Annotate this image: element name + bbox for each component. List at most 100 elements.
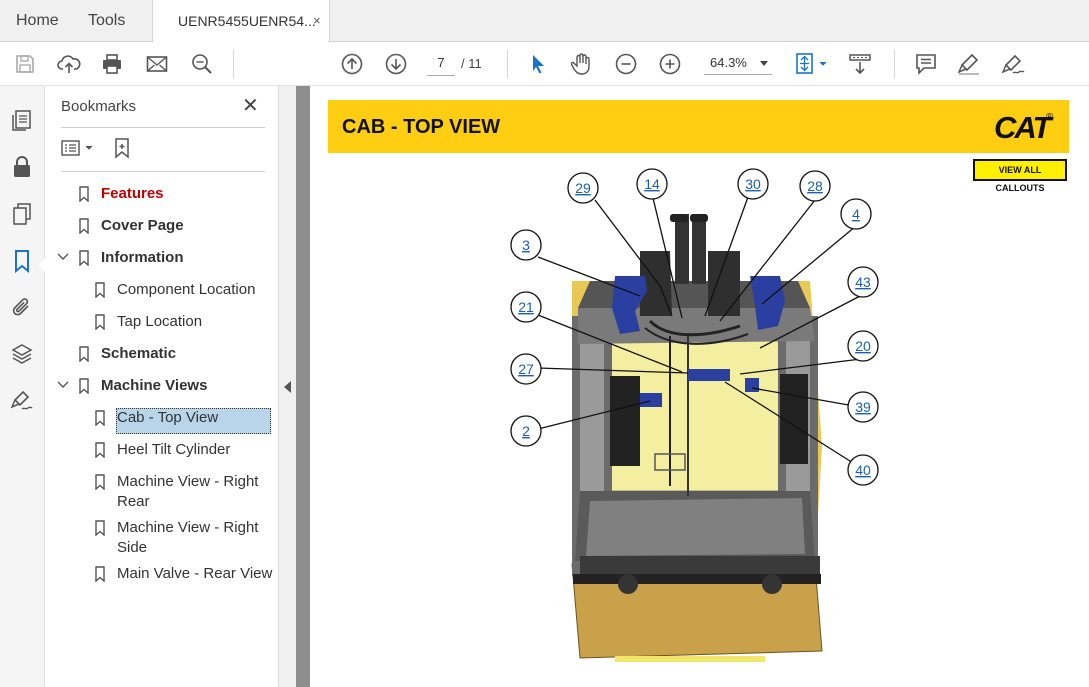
callout-27[interactable]: 27: [510, 353, 542, 385]
signature-icon[interactable]: [9, 388, 35, 414]
bookmark-main-valve-rear-view[interactable]: Main Valve - Rear View: [117, 564, 272, 584]
bookmark-cab-top-view[interactable]: Cab - Top View: [117, 408, 218, 428]
callout-40[interactable]: 40: [847, 454, 879, 486]
callout-30[interactable]: 30: [737, 168, 769, 200]
divider: [61, 171, 265, 172]
document-viewport[interactable]: CAB - TOP VIEW CAT ® VIEW ALL CALLOUTS 2…: [296, 86, 1089, 687]
document-page: CAB - TOP VIEW CAT ® VIEW ALL CALLOUTS 2…: [310, 86, 1089, 687]
bookmark-icon: [79, 378, 89, 394]
bookmark-information[interactable]: Information: [101, 248, 184, 268]
bookmark-icon: [95, 314, 105, 330]
bookmarks-title: Bookmarks: [61, 98, 137, 115]
bookmark-icon[interactable]: [9, 248, 35, 274]
toolbar-separator: [233, 50, 234, 78]
bookmark-options-button[interactable]: [61, 136, 97, 160]
callout-20[interactable]: 20: [847, 330, 879, 362]
callout-14[interactable]: 14: [636, 168, 668, 200]
bookmark-cover-page[interactable]: Cover Page: [101, 216, 184, 236]
search-zoom-icon[interactable]: [188, 50, 216, 78]
svg-text:43: 43: [855, 274, 871, 290]
zoom-in-icon[interactable]: [656, 50, 684, 78]
new-bookmark-button[interactable]: [113, 136, 149, 160]
lock-icon[interactable]: [9, 154, 35, 180]
bookmark-features[interactable]: Features: [101, 184, 164, 204]
callout-28[interactable]: 28: [799, 170, 831, 202]
navigation-rail: [0, 86, 45, 687]
bookmark-icon: [95, 474, 105, 490]
comment-icon[interactable]: [912, 50, 940, 78]
cab-top-view-diagram: 29 14 30 28 4 3 43 21 20 27 39 2 40: [510, 168, 879, 662]
bookmark-heel-tilt-cylinder[interactable]: Heel Tilt Cylinder: [117, 440, 230, 460]
bookmark-icon: [79, 186, 89, 202]
svg-text:3: 3: [522, 237, 530, 253]
bookmark-machine-view-right-side[interactable]: Machine View - Right Side: [117, 518, 267, 558]
toolbar: 7 / 11 64.3%: [0, 42, 1089, 86]
callout-21[interactable]: 21: [510, 291, 542, 323]
svg-text:29: 29: [575, 180, 591, 196]
tab-document-label: UENR5455UENR54...: [178, 13, 316, 29]
svg-text:21: 21: [518, 299, 534, 315]
tab-home[interactable]: Home: [16, 12, 59, 30]
bookmark-machine-views[interactable]: Machine Views: [101, 376, 207, 396]
callout-43[interactable]: 43: [847, 266, 879, 298]
bookmark-icon: [79, 346, 89, 362]
bookmark-tap-location[interactable]: Tap Location: [117, 312, 202, 332]
bookmark-icon: [95, 442, 105, 458]
bookmarks-panel: Bookmarks ✕ Features Cover Page Informat…: [45, 86, 278, 687]
hand-icon[interactable]: [568, 50, 596, 78]
bookmark-icon: [95, 566, 105, 582]
chevron-down-icon[interactable]: [57, 253, 69, 261]
zoom-select[interactable]: 64.3%: [704, 51, 772, 75]
sign-icon[interactable]: [999, 50, 1027, 78]
svg-text:4: 4: [852, 206, 860, 222]
prev-page-icon[interactable]: [338, 50, 366, 78]
callout-3[interactable]: 3: [510, 229, 542, 261]
highlight-icon[interactable]: [955, 50, 983, 78]
chevron-down-icon: [760, 61, 768, 66]
divider: [61, 127, 265, 128]
bookmark-icon: [79, 218, 89, 234]
svg-text:20: 20: [855, 338, 871, 354]
scroll-mode-icon[interactable]: [846, 50, 874, 78]
print-icon[interactable]: [98, 50, 126, 78]
zoom-out-icon[interactable]: [612, 50, 640, 78]
bookmark-icon: [95, 520, 105, 536]
callout-4[interactable]: 4: [840, 198, 872, 230]
callout-2[interactable]: 2: [510, 415, 542, 447]
cloud-upload-icon[interactable]: [55, 50, 83, 78]
page-thumbnails-icon[interactable]: [9, 107, 35, 133]
bookmark-icon: [95, 410, 105, 426]
callout-39[interactable]: 39: [847, 391, 879, 423]
svg-text:40: 40: [855, 462, 871, 478]
chevron-down-icon[interactable]: [57, 381, 69, 389]
collapse-arrow-icon[interactable]: [284, 381, 291, 393]
layers-icon[interactable]: [9, 341, 35, 367]
svg-text:39: 39: [855, 399, 871, 415]
page-number-input[interactable]: 7: [427, 51, 455, 76]
save-icon[interactable]: [11, 50, 39, 78]
tab-tools[interactable]: Tools: [88, 12, 125, 30]
svg-text:27: 27: [518, 361, 534, 377]
email-icon[interactable]: [143, 50, 171, 78]
svg-text:30: 30: [745, 176, 761, 192]
page-total: / 11: [461, 56, 482, 71]
tab-close-icon[interactable]: ×: [313, 13, 321, 28]
attachment-icon[interactable]: [9, 294, 35, 320]
copy-pages-icon[interactable]: [9, 201, 35, 227]
close-icon[interactable]: ✕: [242, 96, 259, 116]
svg-text:28: 28: [807, 178, 823, 194]
bookmark-machine-view-right-rear[interactable]: Machine View - Right Rear: [117, 472, 267, 512]
toolbar-separator: [507, 50, 508, 78]
panel-collapse-strip[interactable]: [278, 86, 296, 687]
bookmark-component-location[interactable]: Component Location: [117, 280, 255, 300]
bookmark-schematic[interactable]: Schematic: [101, 344, 176, 364]
bookmark-icon: [95, 282, 105, 298]
svg-text:14: 14: [644, 176, 660, 192]
fit-page-icon[interactable]: [790, 50, 830, 78]
tab-bar: Home Tools UENR5455UENR54... ×: [0, 0, 1089, 42]
select-cursor-icon[interactable]: [524, 50, 552, 78]
tab-document[interactable]: UENR5455UENR54... ×: [152, 0, 330, 42]
zoom-value: 64.3%: [710, 55, 747, 70]
callout-29[interactable]: 29: [567, 172, 599, 204]
next-page-icon[interactable]: [382, 50, 410, 78]
